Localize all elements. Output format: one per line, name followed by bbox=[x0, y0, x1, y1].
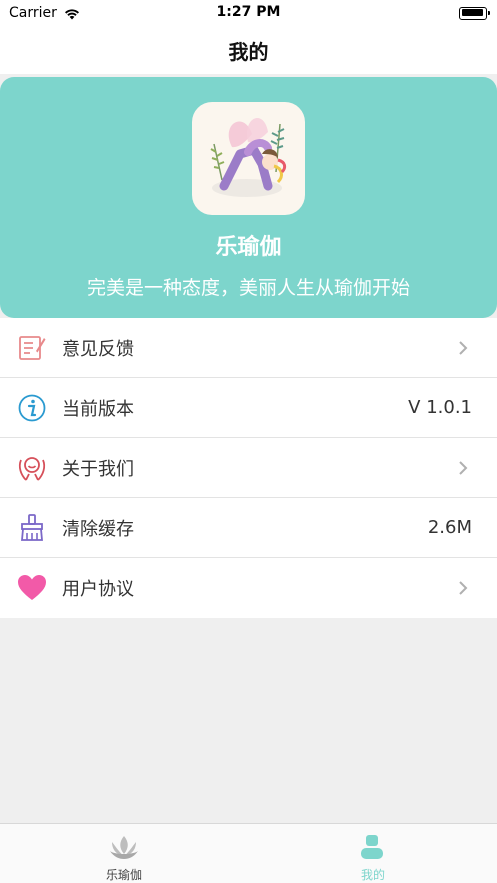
person-icon bbox=[361, 835, 383, 859]
page-title: 我的 bbox=[228, 39, 269, 64]
app-slogan: 完美是一种态度，美丽人生从瑜伽开始 bbox=[86, 277, 410, 299]
menu-item-label: 当前版本 bbox=[62, 398, 134, 420]
tab-mine[interactable]: 我的 bbox=[249, 824, 497, 883]
chevron-right-icon bbox=[459, 341, 468, 355]
feedback-edit-icon bbox=[19, 336, 46, 360]
nav-bar: 我的 bbox=[0, 26, 497, 74]
chevron-right-icon bbox=[459, 461, 468, 475]
status-bar: Carrier 1:27 PM bbox=[0, 0, 497, 26]
tab-label: 乐瑜伽 bbox=[105, 868, 142, 882]
menu-item-about-us[interactable]: 关于我们 bbox=[0, 438, 497, 498]
menu-item-clear-cache[interactable]: 清除缓存 2.6M bbox=[0, 498, 497, 558]
info-icon bbox=[18, 394, 46, 422]
settings-menu: 意见反馈 当前版本 V 1.0.1 关于我们 清除缓存 2.6M 用户协议 bbox=[0, 318, 497, 618]
broom-icon bbox=[21, 514, 43, 541]
menu-item-feedback[interactable]: 意见反馈 bbox=[0, 318, 497, 378]
lotus-icon bbox=[110, 836, 138, 859]
version-value: V 1.0.1 bbox=[408, 397, 472, 418]
cache-size-value: 2.6M bbox=[427, 517, 472, 538]
app-logo-icon bbox=[192, 102, 305, 215]
menu-item-label: 用户协议 bbox=[62, 579, 134, 600]
chevron-right-icon bbox=[459, 581, 468, 595]
menu-item-label: 关于我们 bbox=[62, 458, 134, 480]
tab-yoga[interactable]: 乐瑜伽 bbox=[0, 824, 248, 883]
battery-icon bbox=[459, 6, 490, 20]
status-time: 1:27 PM bbox=[216, 4, 281, 20]
tab-label: 我的 bbox=[360, 868, 385, 882]
heart-icon bbox=[18, 575, 46, 600]
menu-item-user-agreement[interactable]: 用户协议 bbox=[0, 558, 497, 618]
about-us-icon bbox=[18, 457, 46, 481]
profile-header-card: 乐瑜伽 完美是一种态度，美丽人生从瑜伽开始 bbox=[0, 77, 497, 318]
menu-item-version[interactable]: 当前版本 V 1.0.1 bbox=[0, 378, 497, 438]
menu-item-label: 清除缓存 bbox=[62, 518, 134, 540]
app-name: 乐瑜伽 bbox=[215, 235, 282, 260]
tab-bar: 乐瑜伽 我的 bbox=[0, 823, 497, 883]
menu-item-label: 意见反馈 bbox=[62, 338, 134, 360]
